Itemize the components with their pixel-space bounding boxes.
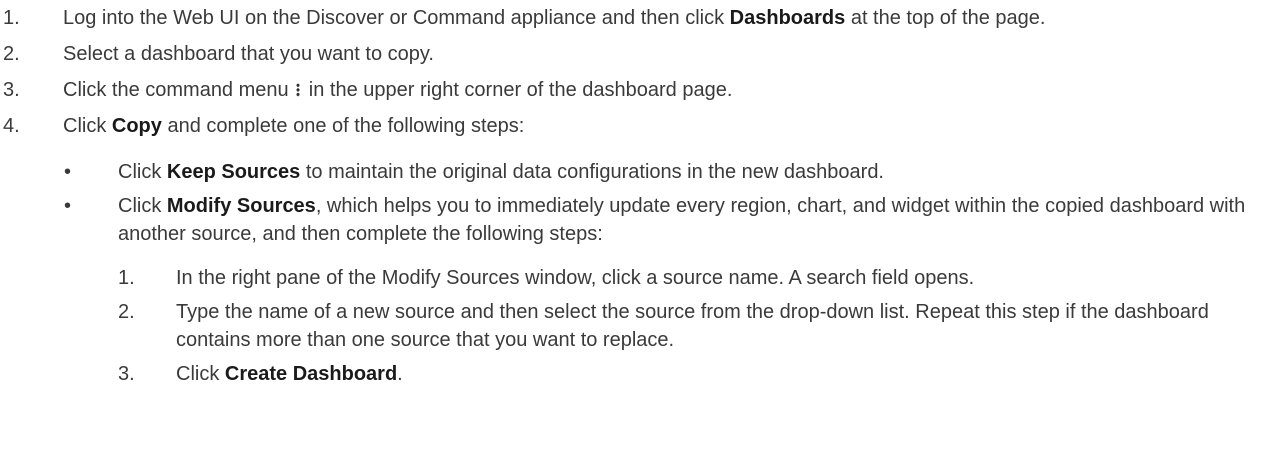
substep-text: In the right pane of the Modify Sources … [176,267,975,289]
step-number: 4. [3,115,20,137]
ui-term-create-dashboard: Create Dashboard [224,363,398,385]
instructions-document: 1. Log into the Web UI on the Discover o… [0,0,1266,385]
bullet-modify-sources: • Click Modify Sources, which helps you … [0,192,1266,248]
ui-term-copy: Copy [111,115,162,137]
step-number: 1. [3,7,20,29]
substep-text-part: Click [176,363,225,385]
step-4: 4. Click Copy and complete one of the fo… [0,112,1266,140]
substep-3: 3. Click Create Dashboard. [0,360,1266,388]
bullet-text-part: to maintain the original data configurat… [300,161,884,183]
step-text: Click the command menu in the upper righ… [63,76,1258,104]
substep-number: 2. [118,301,135,323]
substep-number: 3. [118,363,135,385]
bullet-text-part: Click [118,195,167,217]
substep-text-part: . [397,363,403,385]
substep-text: Type the name of a new source and then s… [176,301,1209,351]
substep-2: 2. Type the name of a new source and the… [0,298,1266,354]
bullet-keep-sources: • Click Keep Sources to maintain the ori… [0,158,1266,186]
step-2: 2. Select a dashboard that you want to c… [0,40,1266,68]
step-3: 3. Click the command menu in the upper r… [0,76,1266,104]
step-text-part: Log into the Web UI on the Discover or C… [63,7,730,29]
step-text-part: at the top of the page. [845,7,1046,29]
step-1: 1. Log into the Web UI on the Discover o… [0,4,1266,32]
step-text-part: and complete one of the following steps: [161,115,525,137]
ui-term-modify-sources: Modify Sources [166,195,316,217]
bullet-text: Click Keep Sources to maintain the origi… [118,158,1248,186]
step-number: 2. [3,43,20,65]
ui-term-dashboards: Dashboards [729,7,846,29]
step-text: Click Copy and complete one of the follo… [63,112,1258,140]
step-number: 3. [3,79,20,101]
ui-term-keep-sources: Keep Sources [166,161,301,183]
step-text: Log into the Web UI on the Discover or C… [63,4,1258,32]
substep-text: Click Create Dashboard. [176,360,1256,388]
substep-number: 1. [118,267,135,289]
bullet-text-part: Click [118,161,167,183]
kebab-menu-icon [296,83,301,97]
step-text-part: in the upper right corner of the dashboa… [303,79,733,101]
step-text-part: Click [63,115,112,137]
bullet-marker: • [64,161,72,183]
step-text-part: Click the command menu [63,79,289,101]
substep-1: 1. In the right pane of the Modify Sourc… [0,264,1266,292]
bullet-text: Click Modify Sources, which helps you to… [118,192,1248,248]
step-text: Select a dashboard that you want to copy… [63,43,434,65]
bullet-marker: • [64,195,72,217]
